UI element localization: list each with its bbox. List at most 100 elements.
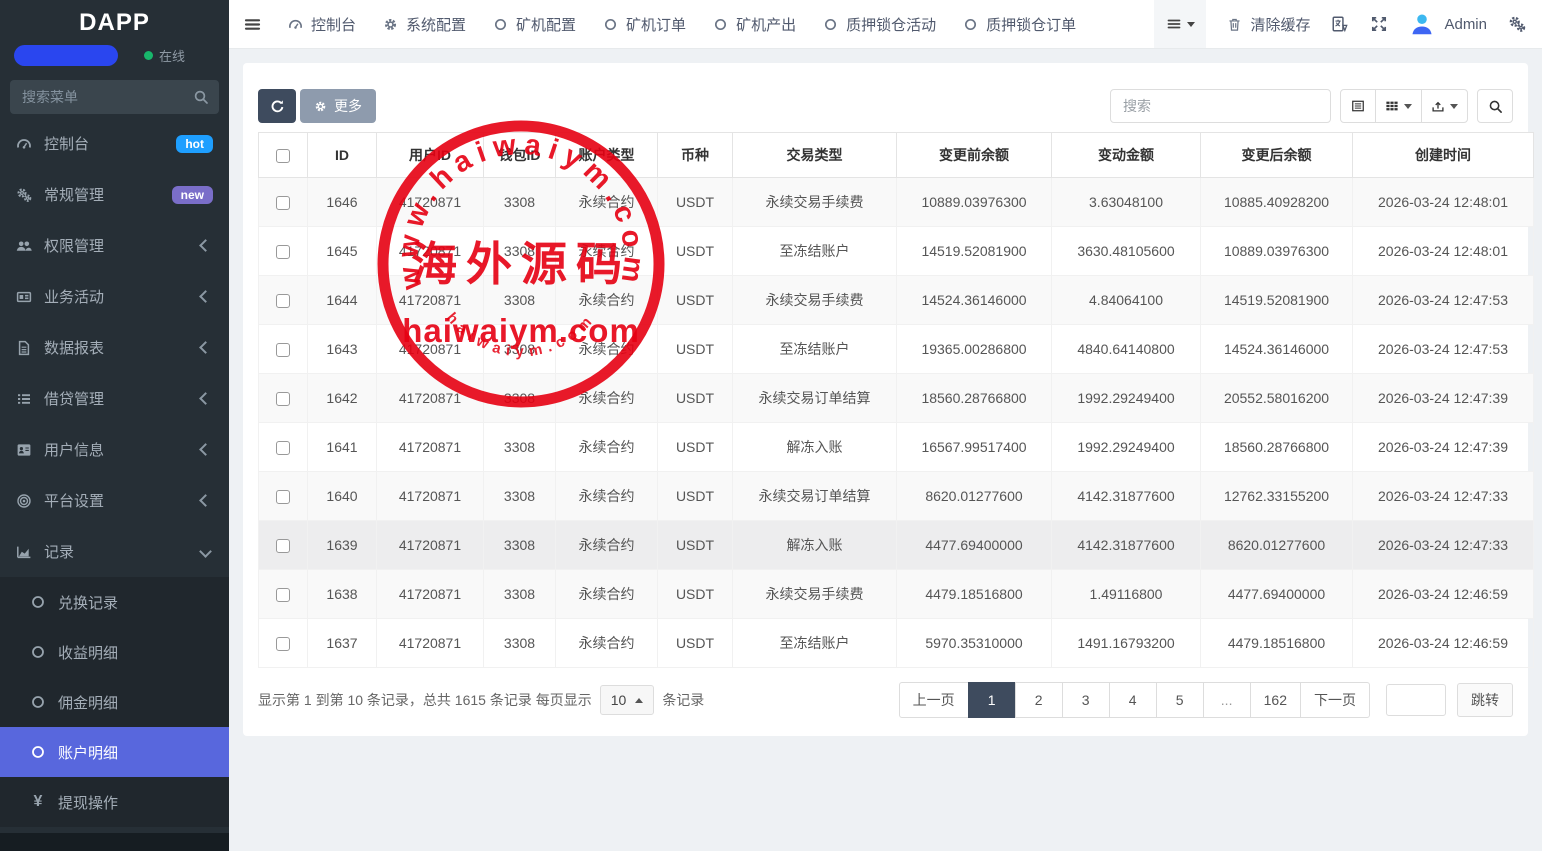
table-cell: 2026-03-24 12:46:59 — [1353, 619, 1534, 668]
sidebar-menu: 控制台hot常规管理new权限管理业务活动数据报表借贷管理用户信息平台设置记录 — [0, 118, 229, 577]
page-5[interactable]: 5 — [1156, 682, 1204, 718]
topnav-item-矿机订单[interactable]: 矿机订单 — [603, 14, 686, 35]
table-cell: 3308 — [484, 521, 556, 570]
row-checkbox[interactable] — [276, 588, 290, 602]
table-cell: 41720871 — [377, 570, 484, 619]
caret-up-icon — [635, 694, 643, 703]
table-cell: 永续合约 — [556, 227, 658, 276]
page-162[interactable]: 162 — [1250, 682, 1301, 718]
topnav-item-质押锁仓订单[interactable]: 质押锁仓订单 — [963, 14, 1076, 35]
table-cell: 2026-03-24 12:47:39 — [1353, 374, 1534, 423]
topnav-item-矿机产出[interactable]: 矿机产出 — [713, 14, 796, 35]
row-checkbox[interactable] — [276, 490, 290, 504]
app-root: DAPP 在线 控制台hot常规管理new权限管理业务活动数据报表借贷管理用户信… — [0, 0, 1542, 851]
row-checkbox[interactable] — [276, 539, 290, 553]
table-row: 1639417208713308永续合约USDT解冻入账4477.6940000… — [259, 521, 1534, 570]
sidebar-subitem-收益明细[interactable]: 收益明细 — [0, 627, 229, 677]
sidebar-item-数据报表[interactable]: 数据报表 — [0, 322, 229, 373]
topnav-item-系统配置[interactable]: 系统配置 — [383, 14, 466, 35]
row-select-cell — [259, 276, 308, 325]
table-cell: USDT — [658, 227, 733, 276]
table-cell: 1642 — [308, 374, 377, 423]
table-cell: 至冻结账户 — [733, 227, 897, 276]
table-cell: 10885.40928200 — [1201, 178, 1353, 227]
more-button[interactable]: 更多 — [300, 89, 376, 123]
sidebar-subitem-提现操作[interactable]: ¥提现操作 — [0, 777, 229, 827]
sidebar-item-借贷管理[interactable]: 借贷管理 — [0, 373, 229, 424]
fullscreen-icon[interactable] — [1370, 15, 1388, 33]
page-size-select[interactable]: 10 — [600, 685, 655, 715]
caret-down-icon — [1187, 22, 1195, 31]
topnav-item-控制台[interactable]: 控制台 — [288, 14, 356, 35]
sidebar-item-权限管理[interactable]: 权限管理 — [0, 220, 229, 271]
row-checkbox[interactable] — [276, 343, 290, 357]
topnav-item-质押锁仓活动[interactable]: 质押锁仓活动 — [823, 14, 936, 35]
columns-button[interactable] — [1375, 89, 1422, 123]
row-checkbox[interactable] — [276, 441, 290, 455]
table-cell: 8620.01277600 — [897, 472, 1052, 521]
table-search-input[interactable] — [1110, 89, 1331, 123]
sidebar-item-记录[interactable]: 记录 — [0, 526, 229, 577]
table-cell: 1637 — [308, 619, 377, 668]
circle-icon — [30, 744, 46, 760]
topnav-item-矿机配置[interactable]: 矿机配置 — [493, 14, 576, 35]
file-icon — [16, 340, 32, 356]
page-4[interactable]: 4 — [1109, 682, 1157, 718]
refresh-button[interactable] — [258, 89, 296, 123]
users-icon — [16, 238, 32, 254]
search-button[interactable] — [1477, 89, 1513, 123]
username: Admin — [1444, 16, 1487, 33]
jump-button[interactable]: 跳转 — [1457, 683, 1513, 717]
sidebar-toggle-icon[interactable] — [243, 15, 262, 34]
sidebar-subitem-兑换记录[interactable]: 兑换记录 — [0, 577, 229, 627]
sidebar-item-业务活动[interactable]: 业务活动 — [0, 271, 229, 322]
detail-view-icon — [1351, 99, 1365, 113]
table-cell: 3308 — [484, 325, 556, 374]
row-checkbox[interactable] — [276, 196, 290, 210]
page-1[interactable]: 1 — [968, 682, 1016, 718]
column-header: 交易类型 — [733, 133, 897, 178]
row-checkbox[interactable] — [276, 637, 290, 651]
export-button[interactable] — [1421, 89, 1468, 123]
sidebar: DAPP 在线 控制台hot常规管理new权限管理业务活动数据报表借贷管理用户信… — [0, 0, 229, 851]
sidebar-subitem-佣金明细[interactable]: 佣金明细 — [0, 677, 229, 727]
sidebar-item-平台设置[interactable]: 平台设置 — [0, 475, 229, 526]
table-cell: 1643 — [308, 325, 377, 374]
topnav-item-label: 系统配置 — [406, 14, 466, 35]
row-checkbox[interactable] — [276, 245, 290, 259]
menu-search-input[interactable] — [10, 80, 219, 114]
table-row: 1642417208713308永续合约USDT永续交易订单结算18560.28… — [259, 374, 1534, 423]
submenu-item-label: 佣金明细 — [58, 692, 213, 713]
sidebar-subitem-账户明细[interactable]: 账户明细 — [0, 727, 229, 777]
user-menu[interactable]: Admin — [1409, 11, 1487, 37]
table-row: 1641417208713308永续合约USDT解冻入账16567.995174… — [259, 423, 1534, 472]
table-cell: 1644 — [308, 276, 377, 325]
nav-list-dropdown[interactable] — [1154, 0, 1206, 48]
page-jump-input[interactable] — [1386, 684, 1446, 716]
sidebar-item-常规管理[interactable]: 常规管理new — [0, 169, 229, 220]
table-cell: 10889.03976300 — [1201, 227, 1353, 276]
select-all-checkbox[interactable] — [276, 149, 290, 163]
page-2[interactable]: 2 — [1015, 682, 1063, 718]
sidebar-item-控制台[interactable]: 控制台hot — [0, 118, 229, 169]
table-cell: 永续合约 — [556, 374, 658, 423]
row-checkbox[interactable] — [276, 294, 290, 308]
settings-icon[interactable] — [1508, 15, 1526, 33]
sidebar-search — [10, 80, 219, 114]
page-3[interactable]: 3 — [1062, 682, 1110, 718]
table-cell: 3308 — [484, 276, 556, 325]
sidebar-item-用户信息[interactable]: 用户信息 — [0, 424, 229, 475]
table-cell: 1645 — [308, 227, 377, 276]
table-cell: 2026-03-24 12:48:01 — [1353, 227, 1534, 276]
table-cell: 永续合约 — [556, 178, 658, 227]
circle-icon — [30, 644, 46, 660]
chevron-down-icon — [199, 545, 212, 558]
row-select-cell — [259, 570, 308, 619]
page-prev[interactable]: 上一页 — [899, 682, 969, 718]
table-cell: 14524.36146000 — [1201, 325, 1353, 374]
language-icon[interactable] — [1331, 15, 1349, 33]
detail-view-button[interactable] — [1340, 89, 1376, 123]
row-checkbox[interactable] — [276, 392, 290, 406]
clear-cache-button[interactable]: 清除缓存 — [1227, 14, 1310, 35]
page-next[interactable]: 下一页 — [1300, 682, 1370, 718]
